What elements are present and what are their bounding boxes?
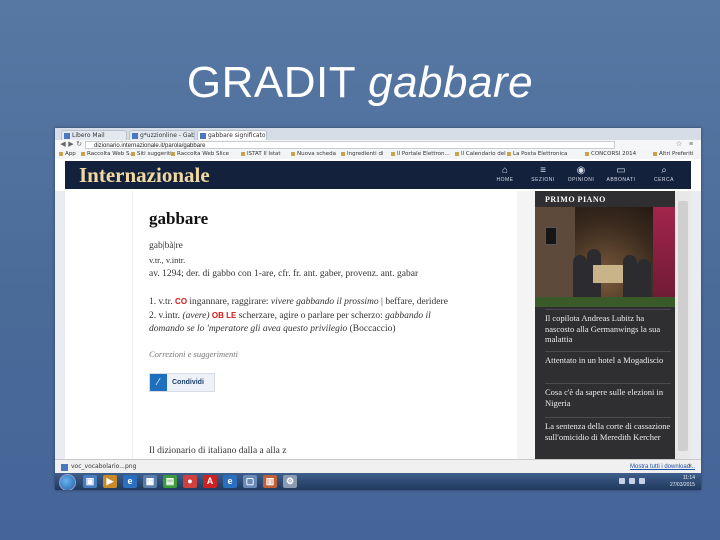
- news-item[interactable]: Il copilota Andreas Lubitz ha nascosto a…: [545, 309, 671, 345]
- scroll-thumb[interactable]: [678, 201, 688, 451]
- bookmark-item[interactable]: CONCORSI 2014: [585, 150, 636, 159]
- share-icon: ⁄: [150, 374, 167, 391]
- tab-gabbare[interactable]: gabbare significato: [197, 130, 267, 140]
- url-input[interactable]: dizionario.internazionale.it/parola/gabb…: [85, 141, 615, 149]
- network-icon[interactable]: [619, 478, 625, 484]
- dictionary-footer-link[interactable]: Il dizionario di italiano dalla a alla z: [149, 446, 286, 456]
- pdf-icon[interactable]: A: [203, 475, 217, 488]
- site-header: Internazionale ⌂ HOME ≡ SEZIONI ◉ OPINIO…: [55, 159, 701, 191]
- nav-sezioni[interactable]: ≡ SEZIONI: [528, 165, 558, 184]
- bookmark-item[interactable]: Nuova scheda: [291, 150, 336, 159]
- taskbar: ▣ ▶ e ▦ ▤ ● A e ▢ ▥ ⚙ 11:14 27/03/2015: [55, 473, 701, 490]
- bookmark-item[interactable]: Il Portale Elettron...: [391, 150, 450, 159]
- usage-mark[interactable]: OB LE: [212, 311, 236, 320]
- reload-icon[interactable]: ↻: [75, 141, 83, 149]
- bookmark-item[interactable]: ISTAT Il Istat: [241, 150, 281, 159]
- bookmark-item[interactable]: La Posta Elettronica: [507, 150, 567, 159]
- bookmark-item[interactable]: Raccolta Web S...: [81, 150, 135, 159]
- left-margin: [65, 191, 133, 459]
- site-logo[interactable]: Internazionale: [79, 163, 210, 187]
- news-item[interactable]: La sentenza della corte di cassazione su…: [545, 417, 671, 442]
- etymology: av. 1294; der. di gabbo con 1-are, cfr. …: [149, 269, 419, 279]
- bookmark-item[interactable]: Siti suggeriti: [131, 150, 172, 159]
- slide-title-word: gabbare: [368, 58, 534, 107]
- nav-opinioni[interactable]: ◉ OPINIONI: [566, 165, 596, 184]
- star-icon[interactable]: ☆: [675, 141, 683, 149]
- settings-icon[interactable]: ⚙: [283, 475, 297, 488]
- news-item[interactable]: Cosa c'è da sapere sulle elezioni in Nig…: [545, 383, 671, 408]
- slide-title: GRADIT gabbare: [0, 58, 720, 108]
- share-button[interactable]: ⁄ Condividi: [149, 373, 215, 392]
- tab-libero-mail[interactable]: Libero Mail: [61, 130, 127, 140]
- back-icon[interactable]: ◀: [59, 141, 67, 149]
- menu-icon[interactable]: ≡: [687, 141, 695, 149]
- favicon-icon: [200, 133, 206, 139]
- news-photo[interactable]: [535, 207, 675, 307]
- gutter: [517, 191, 535, 459]
- browser-screenshot: Libero Mail g*uzzionline - Gab gabbare s…: [55, 128, 701, 490]
- headword: gabbare: [149, 209, 209, 228]
- definition-2-cont: domando se lo 'mperatore gli avea questo…: [149, 324, 396, 334]
- primo-piano-sidebar: PRIMO PIANO Il copilota Andreas Lubitz h…: [535, 191, 675, 459]
- page-content: gabbare gab|bà|re v.tr., v.intr. av. 129…: [65, 191, 691, 459]
- slide-title-main: GRADIT: [186, 58, 356, 107]
- media-player-icon[interactable]: ▶: [103, 475, 117, 488]
- system-tray: 11:14 27/03/2015: [615, 475, 699, 488]
- lantern-icon: [545, 227, 557, 245]
- home-icon: ⌂: [501, 165, 509, 176]
- search-icon: ⌕: [661, 165, 667, 176]
- usage-mark[interactable]: CO: [175, 297, 187, 306]
- close-icon[interactable]: ×: [688, 462, 692, 472]
- folder-icon[interactable]: ▣: [83, 475, 97, 488]
- corrections-link[interactable]: Correzioni e suggerimenti: [149, 349, 238, 359]
- apps-grid-icon[interactable]: ▦: [143, 475, 157, 488]
- clock[interactable]: 11:14 27/03/2015: [670, 475, 695, 488]
- nav-cerca[interactable]: ⌕ CERCA: [649, 165, 679, 184]
- chrome-icon[interactable]: ●: [183, 475, 197, 488]
- bookmark-item[interactable]: Ingredienti di: [341, 150, 383, 159]
- internet-explorer-icon[interactable]: e: [123, 475, 137, 488]
- bookmark-item[interactable]: Il Calendario del: [455, 150, 506, 159]
- nav-abbonati[interactable]: ▭ ABBONATI: [606, 165, 636, 184]
- battery-icon[interactable]: [639, 478, 645, 484]
- spreadsheet-icon[interactable]: ▤: [163, 475, 177, 488]
- pronunciation: gab|bà|re: [149, 241, 183, 251]
- menu-icon: ≡: [540, 165, 546, 176]
- definition-2: 2. v.intr. (avere) OB LE scherzare, agir…: [149, 311, 431, 321]
- tab-guzzionline[interactable]: g*uzzionline - Gab: [129, 130, 195, 140]
- presentation-icon[interactable]: ▥: [263, 475, 277, 488]
- news-item[interactable]: Attentato in un hotel a Mogadiscio: [545, 351, 671, 366]
- scrollbar[interactable]: [675, 191, 691, 459]
- download-item[interactable]: voc_vocabolario...png: [61, 462, 136, 472]
- internet-explorer-icon[interactable]: e: [223, 475, 237, 488]
- definition-1: 1. v.tr. CO ingannare, raggirare: vivere…: [149, 297, 448, 307]
- bookmark-item[interactable]: App: [59, 150, 76, 159]
- bag-icon: ▭: [616, 165, 626, 176]
- nav-home[interactable]: ⌂ HOME: [490, 165, 520, 184]
- show-all-downloads-link[interactable]: Mostra tutti i download...: [630, 462, 695, 472]
- favicon-icon: [132, 133, 138, 139]
- start-button[interactable]: [59, 474, 76, 490]
- grammar-category: v.tr., v.intr.: [149, 255, 186, 265]
- tab-bar: Libero Mail g*uzzionline - Gab gabbare s…: [55, 128, 701, 140]
- volume-icon[interactable]: [629, 478, 635, 484]
- site-navbar: Internazionale ⌂ HOME ≡ SEZIONI ◉ OPINIO…: [65, 161, 691, 189]
- forward-icon[interactable]: ▶: [67, 141, 75, 149]
- bookmark-item[interactable]: Altri Preferiti: [653, 150, 694, 159]
- sidebar-title: PRIMO PIANO: [545, 195, 606, 204]
- bookmark-item[interactable]: Raccolta Web Slice: [171, 150, 229, 159]
- dictionary-entry: gabbare gab|bà|re v.tr., v.intr. av. 129…: [149, 191, 524, 459]
- window-icon[interactable]: ▢: [243, 475, 257, 488]
- downloads-bar: voc_vocabolario...png Mostra tutti i dow…: [55, 459, 701, 474]
- favicon-icon: [64, 133, 70, 139]
- megaphone-icon: ◉: [576, 165, 586, 176]
